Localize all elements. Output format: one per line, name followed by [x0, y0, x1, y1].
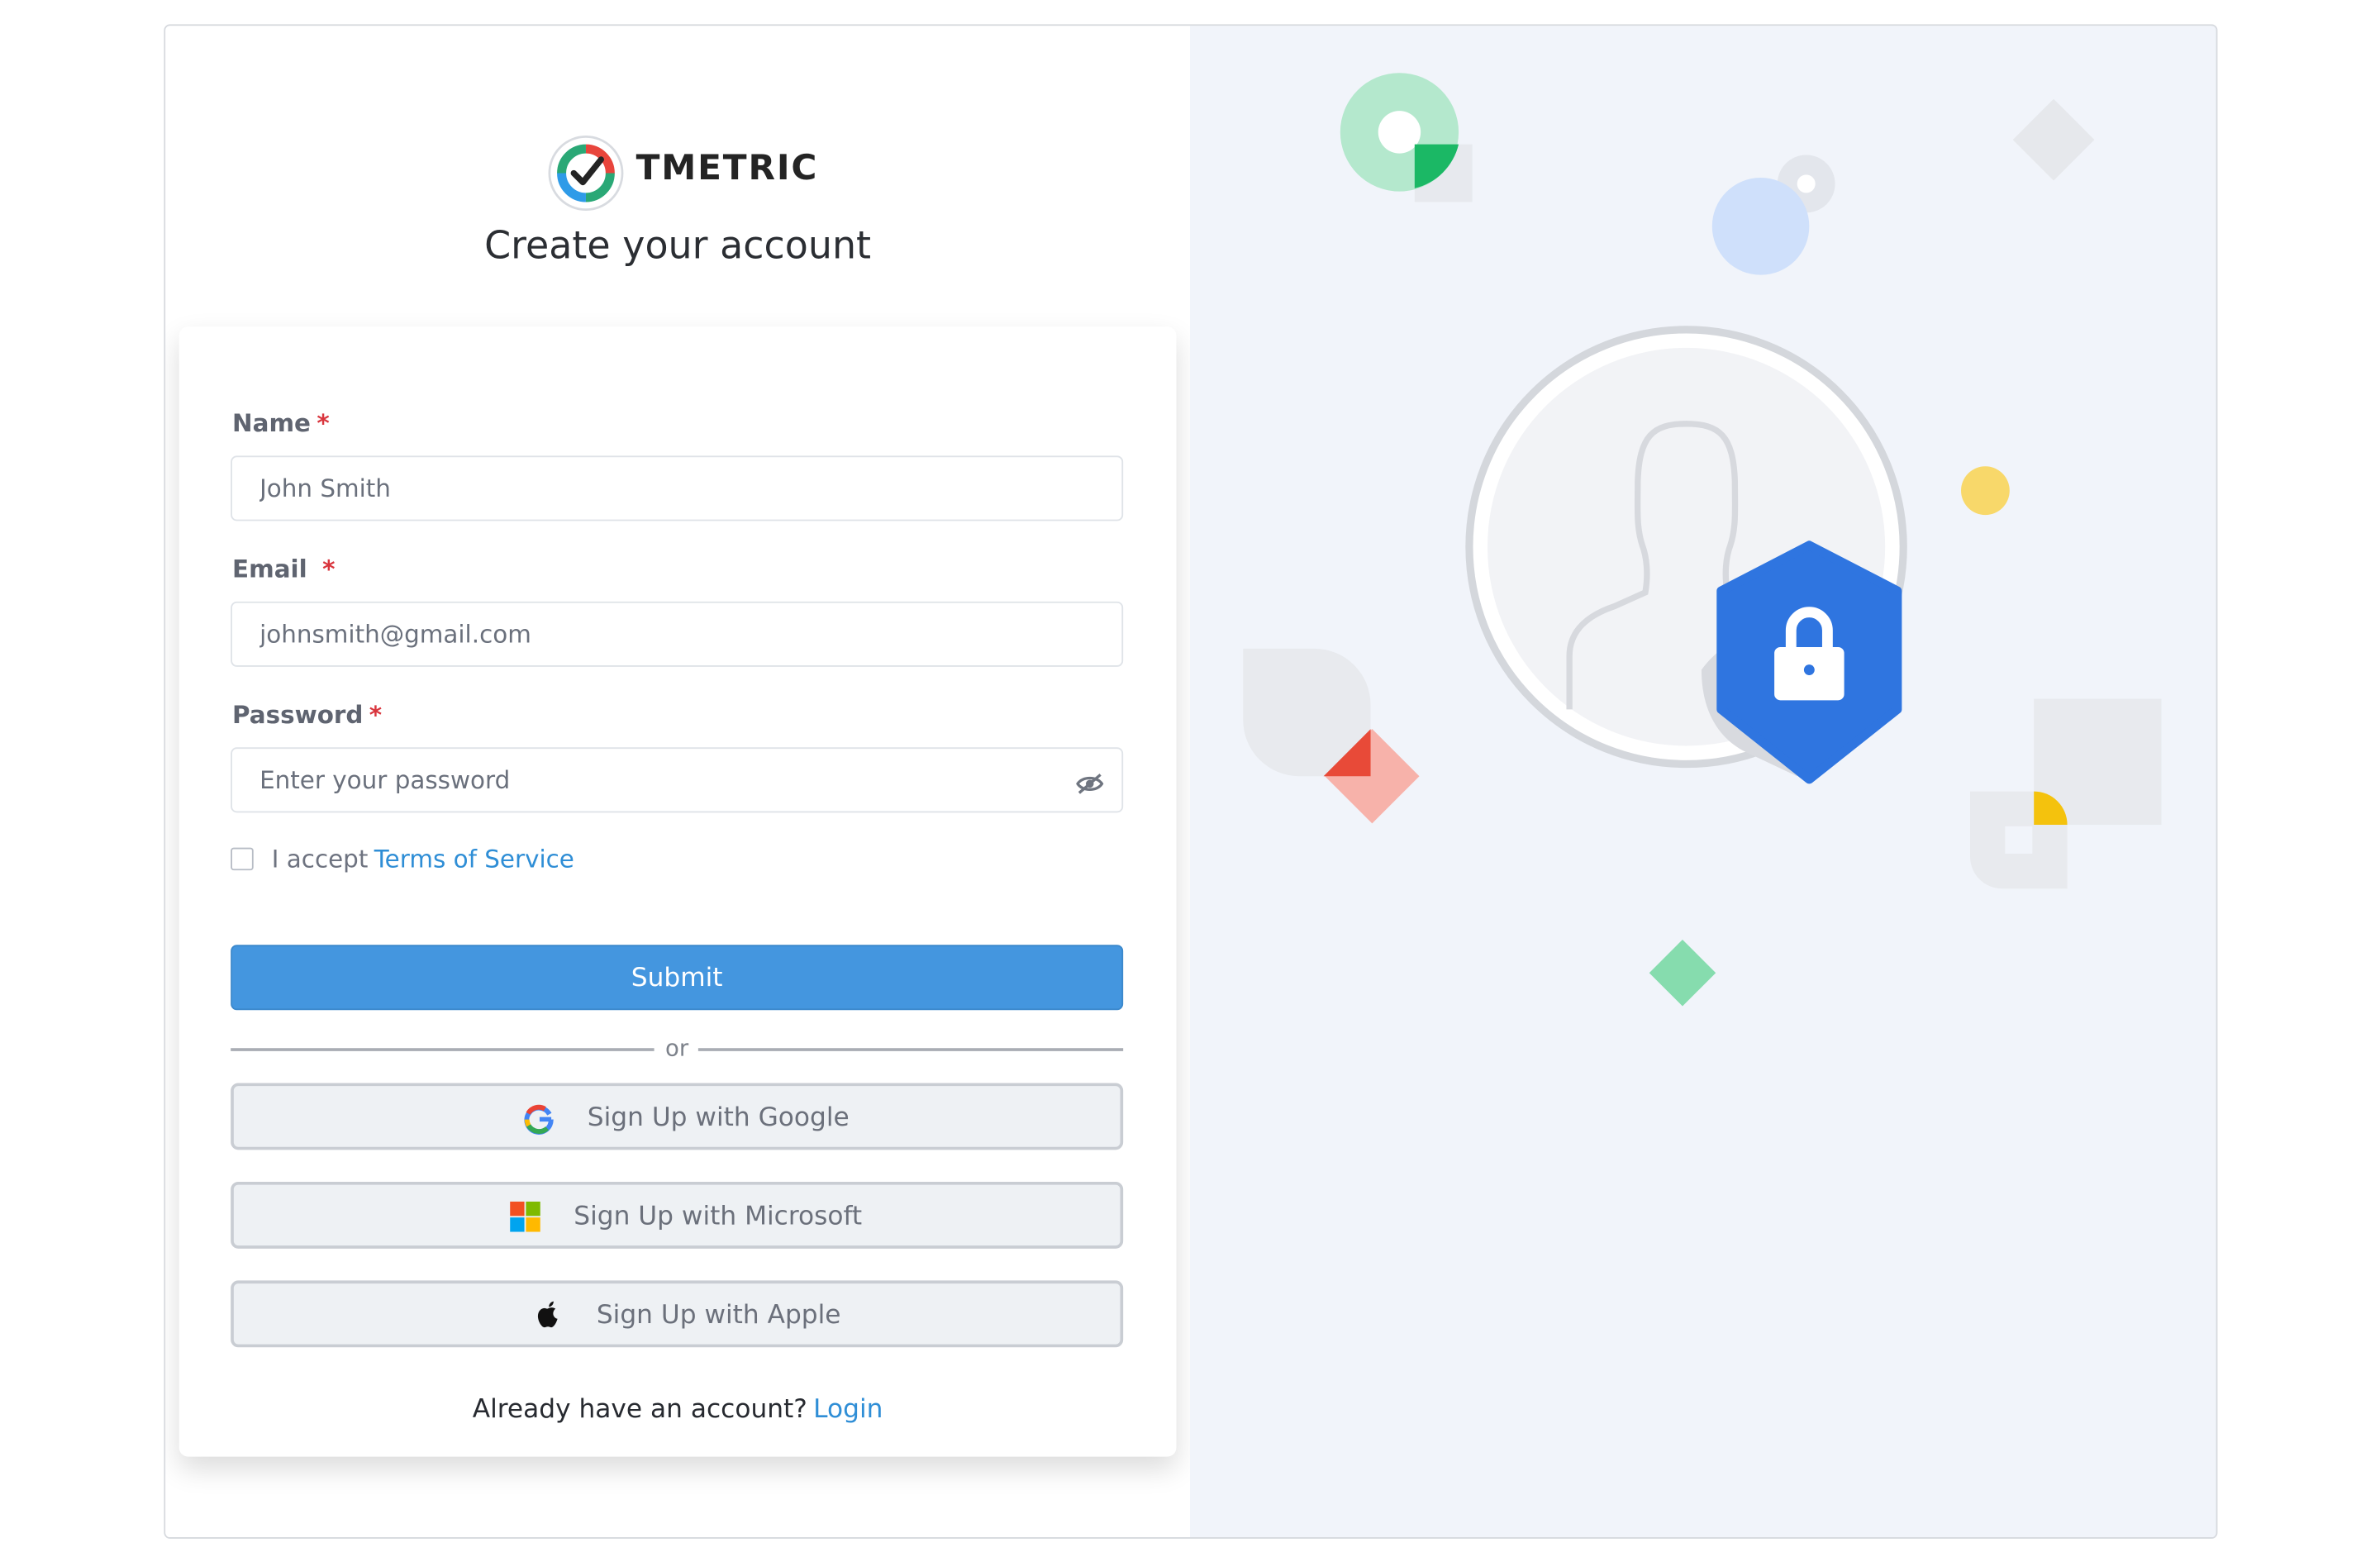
decor-frame-hole: [2005, 826, 2033, 854]
google-signup-label: Sign Up with Google: [587, 1102, 850, 1134]
brand-name: TMETRIC: [635, 149, 819, 188]
microsoft-signup-button[interactable]: Sign Up with Microsoft: [231, 1181, 1124, 1249]
brand-logo: TMETRIC: [548, 136, 821, 212]
signup-panel: TMETRIC Create your account Name* Email*…: [165, 26, 1190, 1538]
password-label-text: Password: [232, 700, 364, 730]
decor-green-circle-hole: [1378, 111, 1421, 154]
apple-signup-label: Sign Up with Apple: [596, 1300, 841, 1331]
apple-signup-button[interactable]: Sign Up with Apple: [231, 1280, 1124, 1348]
signup-form: Name* Email* Password* I: [178, 326, 1177, 1457]
terms-link[interactable]: Terms of Service: [374, 845, 574, 874]
page: TMETRIC Create your account Name* Email*…: [0, 0, 2380, 1557]
login-prompt: Already have an account?: [472, 1394, 807, 1426]
decor-grey-ring-hole: [1797, 174, 1816, 193]
required-mark: *: [322, 554, 336, 583]
submit-button[interactable]: Submit: [231, 945, 1124, 1011]
security-illustration: [1243, 73, 2162, 1007]
google-icon: [524, 1104, 554, 1135]
password-input[interactable]: [231, 747, 1124, 813]
illustration-panel: [1189, 26, 2216, 1538]
lock-keyhole: [1803, 664, 1815, 675]
decor-grey-diamond: [2012, 98, 2095, 181]
divider-line: [697, 1048, 1124, 1051]
email-label-text: Email: [232, 554, 307, 583]
google-signup-button[interactable]: Sign Up with Google: [231, 1083, 1124, 1150]
password-label: Password *: [232, 700, 382, 729]
required-mark: *: [369, 700, 383, 730]
terms-prefix: I accept: [271, 844, 369, 874]
tmetric-logo-icon: [548, 136, 624, 212]
decor-blue-circle: [1711, 178, 1810, 275]
required-mark: *: [317, 408, 330, 438]
decor-yellow-dot: [1961, 466, 2010, 516]
login-link[interactable]: Login: [813, 1394, 883, 1425]
eye-slash-icon[interactable]: [1074, 772, 1105, 796]
microsoft-icon: [510, 1201, 540, 1232]
terms-checkbox[interactable]: [231, 847, 254, 871]
or-divider: or: [231, 1035, 1124, 1065]
name-label-text: Name: [232, 408, 312, 438]
decor-green-diamond: [1649, 939, 1716, 1007]
name-label: Name *: [232, 408, 330, 437]
page-title: Create your account: [484, 223, 872, 268]
email-input[interactable]: [231, 601, 1124, 667]
microsoft-signup-label: Sign Up with Microsoft: [574, 1201, 863, 1232]
email-label: Email *: [232, 555, 335, 583]
signup-window: TMETRIC Create your account Name* Email*…: [164, 24, 2218, 1539]
login-row: Already have an account? Login: [179, 1394, 1177, 1425]
apple-icon: [537, 1301, 558, 1328]
terms-text: I accept Terms of Service: [272, 845, 574, 874]
name-input[interactable]: [231, 455, 1124, 521]
